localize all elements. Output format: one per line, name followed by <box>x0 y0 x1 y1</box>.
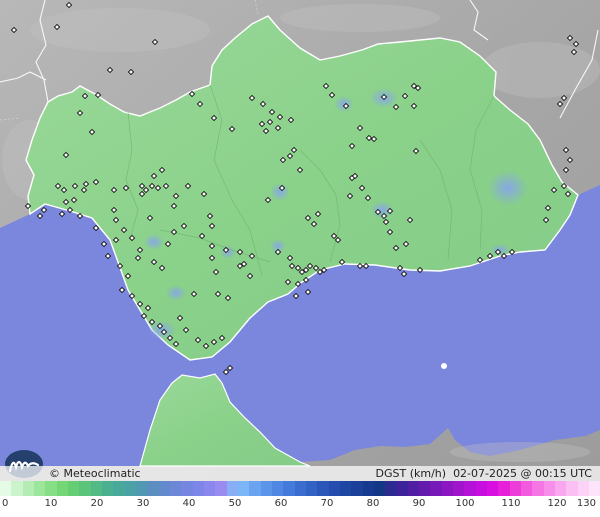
legend-swatch <box>249 481 261 496</box>
legend-swatch <box>373 481 386 496</box>
legend-swatch <box>305 481 318 496</box>
legend-tick-label: 70 <box>320 498 334 509</box>
legend-swatch <box>33 481 46 496</box>
map-stage: © Meteoclimatic DGST (km/h) 02-07-2025 @… <box>0 0 600 517</box>
datetime-label: 02-07-2025 @ 00:15 UTC <box>453 467 592 480</box>
legend-swatch <box>22 481 34 496</box>
legend-swatch <box>294 481 306 496</box>
legend-swatch <box>158 481 170 496</box>
legend-swatch <box>464 481 476 496</box>
legend-tick-label: 40 <box>182 498 196 509</box>
variable-label: DGST (km/h) <box>375 467 447 480</box>
legend-tick-label: 20 <box>90 498 104 509</box>
legend-tick-label: 60 <box>274 498 288 509</box>
legend-tick-label: 10 <box>44 498 58 509</box>
legend-swatch <box>475 481 488 496</box>
legend-swatch <box>124 481 136 496</box>
variable-datetime-label: DGST (km/h) 02-07-2025 @ 00:15 UTC <box>376 466 592 481</box>
legend-tick-label: 130 <box>576 498 596 509</box>
legend-swatch <box>11 481 23 496</box>
legend-swatch <box>101 481 114 496</box>
legend-ticks: 0 10 20 30 40 50 60 70 80 90 100 110 120 130 <box>0 497 600 515</box>
legend-swatch <box>90 481 102 496</box>
legend-colorbar <box>0 481 600 496</box>
legend-swatch <box>453 481 465 496</box>
legend-swatch <box>192 481 204 496</box>
legend-swatch <box>215 481 227 496</box>
legend-swatch <box>396 481 408 496</box>
legend-swatch <box>589 481 600 496</box>
legend-swatch <box>169 481 182 496</box>
legend-swatch <box>419 481 431 496</box>
legend-swatch <box>566 481 578 496</box>
legend-swatch <box>385 481 397 496</box>
legend-tick-label: 0 <box>2 498 9 509</box>
legend-swatch <box>271 481 284 496</box>
legend-swatch <box>181 481 193 496</box>
legend-swatch <box>79 481 91 496</box>
legend-swatch <box>67 481 80 496</box>
legend-swatch <box>498 481 510 496</box>
legend-tick-label: 110 <box>501 498 521 509</box>
legend-tick-label: 50 <box>228 498 242 509</box>
legend-swatch <box>113 481 125 496</box>
legend-swatch <box>226 481 238 496</box>
legend-tick-label: 80 <box>366 498 380 509</box>
legend-swatch <box>362 481 374 496</box>
legend-swatch <box>577 481 590 496</box>
legend-swatch <box>237 481 250 496</box>
copyright-label: © Meteoclimatic <box>49 467 141 480</box>
legend-swatch <box>532 481 544 496</box>
wind-gust-map <box>0 0 600 481</box>
legend-swatch <box>407 481 420 496</box>
legend-swatch <box>147 481 159 496</box>
legend-swatch <box>509 481 522 496</box>
info-bar: © Meteoclimatic DGST (km/h) 02-07-2025 @… <box>0 466 600 481</box>
legend-swatch <box>260 481 272 496</box>
legend-swatch <box>555 481 567 496</box>
legend-swatch <box>543 481 556 496</box>
legend-swatch <box>441 481 454 496</box>
legend-swatch <box>328 481 340 496</box>
legend-swatch <box>430 481 442 496</box>
legend-swatch <box>203 481 216 496</box>
legend-tick-label: 30 <box>136 498 150 509</box>
legend-swatch <box>283 481 295 496</box>
legend-swatch <box>339 481 352 496</box>
legend-tick-label: 120 <box>547 498 567 509</box>
legend-swatch <box>487 481 499 496</box>
legend-tick-label: 100 <box>455 498 475 509</box>
legend-tick-label: 90 <box>412 498 426 509</box>
legend-swatch <box>351 481 363 496</box>
legend-swatch <box>45 481 57 496</box>
legend-swatch <box>135 481 148 496</box>
legend-swatch <box>0 481 12 496</box>
legend-swatch <box>521 481 533 496</box>
legend-swatch <box>56 481 68 496</box>
legend-swatch <box>317 481 329 496</box>
color-legend: 0 10 20 30 40 50 60 70 80 90 100 110 120 130 <box>0 481 600 517</box>
alboran-island <box>441 363 447 369</box>
